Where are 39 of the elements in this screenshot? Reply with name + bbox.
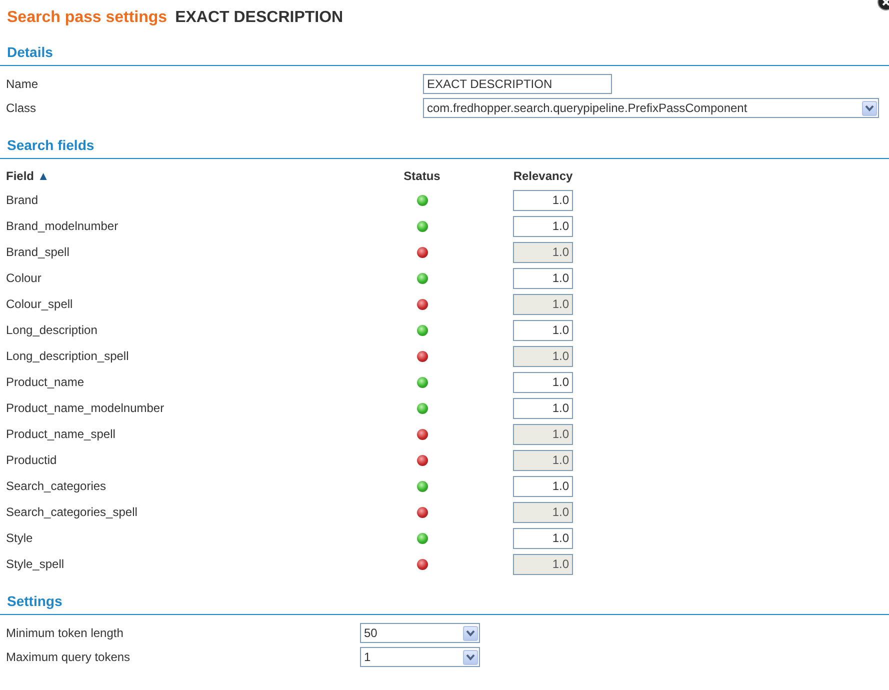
field-name: Style (6, 531, 33, 545)
field-name: Long_description_spell (6, 349, 129, 363)
field-name: Style_spell (6, 557, 64, 571)
field-name: Brand_modelnumber (6, 219, 118, 233)
relevancy-field[interactable]: 1.0 (513, 398, 573, 418)
field-name: Productid (6, 453, 57, 467)
relevancy-field[interactable]: 1.0 (513, 190, 573, 210)
field-name: Product_name_spell (6, 427, 116, 441)
column-header: Status (404, 168, 440, 185)
section-heading: Details (6, 44, 54, 60)
dropdown[interactable]: com.fredhopper.search.querypipeline.PrefixPassComponent (423, 98, 879, 118)
pass-name: EXACT DESCRIPTION (175, 9, 344, 26)
field-name: Long_description (6, 323, 98, 337)
dropdown[interactable]: 50 (360, 623, 480, 643)
field-name: Brand_spell (6, 245, 70, 259)
relevancy-field[interactable]: 1.0 (513, 268, 573, 288)
relevancy-field[interactable]: 1.0 (513, 476, 573, 496)
field-label: Minimum token length (6, 626, 124, 640)
field-name: Search_categories_spell (6, 505, 138, 519)
relevancy-field[interactable]: 1.0 (513, 216, 573, 236)
section-heading: Search fields (6, 137, 96, 153)
column-header: Relevancy (513, 169, 573, 183)
field-label: Maximum query tokens (6, 650, 130, 664)
field-label: Class (6, 101, 36, 115)
field-label: Name (6, 77, 38, 91)
relevancy-field[interactable]: 1.0 (513, 528, 573, 548)
relevancy-field[interactable]: 1.0 (513, 320, 573, 340)
section-heading: Settings (6, 593, 64, 609)
field-name: Colour (6, 271, 42, 285)
relevancy-field[interactable]: 1.0 (513, 372, 573, 392)
field-name: Colour_spell (6, 297, 73, 311)
field-name: Brand (6, 193, 38, 207)
page-title: Search pass settings (7, 9, 168, 26)
column-header[interactable]: Field ▲ (6, 169, 50, 183)
text-field[interactable]: EXACT DESCRIPTION (423, 74, 612, 94)
field-name: Search_categories (6, 479, 106, 493)
field-name: Product_name_modelnumber (6, 401, 164, 415)
field-name: Product_name (6, 375, 84, 389)
dropdown[interactable]: 1 (360, 647, 480, 667)
